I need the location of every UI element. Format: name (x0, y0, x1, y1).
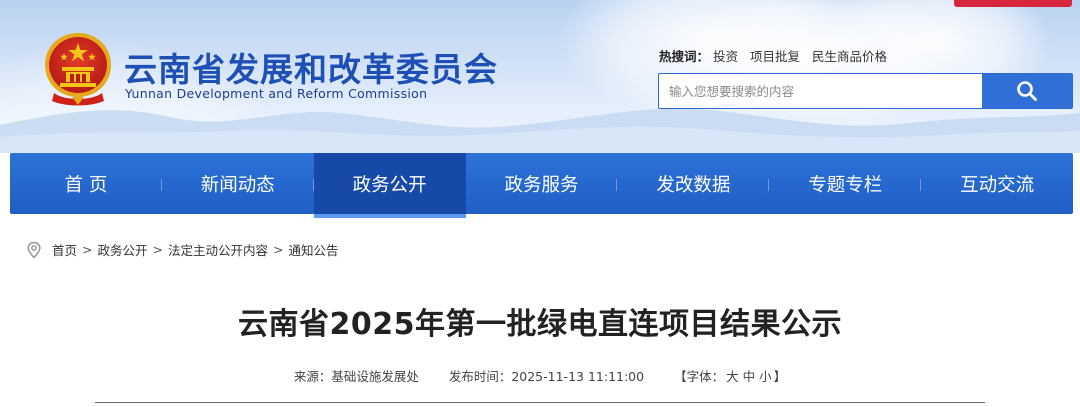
nav-item-label: 新闻动态 (200, 174, 275, 196)
article-divider (95, 402, 985, 403)
breadcrumb-notices[interactable]: 通知公告 (289, 240, 339, 259)
nav-item-data[interactable]: 发改数据 (617, 153, 770, 214)
hot-search-term-project-approval[interactable]: 项目批复 (750, 49, 800, 64)
site-header: 云南省发展和改革委员会 Yunnan Development and Refor… (0, 0, 1080, 153)
nav-item-government-affairs[interactable]: 政务公开 (313, 153, 466, 218)
breadcrumb-statutory-disclosure[interactable]: 法定主动公开内容 (168, 240, 268, 259)
font-size-open: 【字体： (674, 369, 725, 384)
nav-item-government-services[interactable]: 政务服务 (466, 153, 618, 214)
nav-item-label: 政务服务 (504, 174, 579, 196)
nav-item-label: 政务公开 (352, 174, 427, 196)
font-size-medium-button[interactable]: 中 (743, 366, 756, 385)
hot-search: 热搜词： 投资 项目批复 民生商品价格 (659, 46, 887, 65)
nav-item-interaction[interactable]: 互动交流 (921, 153, 1073, 214)
breadcrumb-home[interactable]: 首页 (52, 240, 77, 259)
search-icon (1017, 81, 1037, 101)
nav-item-label: 发改数据 (656, 174, 731, 196)
breadcrumb-government-affairs[interactable]: 政务公开 (98, 240, 148, 259)
breadcrumb-separator: > (152, 242, 163, 257)
search-input[interactable] (659, 74, 984, 108)
main-nav: 首 页 新闻动态 政务公开 政务服务 发改数据 专题专栏 互动交流 (10, 153, 1073, 218)
top-right-tab[interactable] (954, 0, 1072, 7)
hot-search-term-commodity-prices[interactable]: 民生商品价格 (812, 49, 887, 64)
hot-search-term-investment[interactable]: 投资 (713, 49, 738, 64)
font-size-large-button[interactable]: 大 (726, 366, 739, 385)
breadcrumb-separator: > (273, 242, 284, 257)
breadcrumb: 首页 > 政务公开 > 法定主动公开内容 > 通知公告 (26, 240, 339, 259)
article-title: 云南省2025年第一批绿电直连项目结果公示 (238, 307, 842, 342)
site-title[interactable]: 云南省发展和改革委员会 (124, 43, 498, 91)
nav-item-home[interactable]: 首 页 (10, 153, 162, 214)
nav-item-label: 互动交流 (960, 174, 1035, 196)
nav-item-special-topics[interactable]: 专题专栏 (769, 153, 922, 214)
national-emblem-icon (45, 33, 111, 106)
nav-item-label: 首 页 (64, 174, 108, 196)
article-meta: 来源：基础设施发展处 发布时间：2025-11-13 11:11:00 【字体：大中… (0, 366, 1080, 385)
search-button[interactable] (982, 74, 1072, 108)
breadcrumb-separator: > (82, 242, 93, 257)
font-size-close: 】 (773, 369, 787, 384)
location-pin-icon (27, 241, 41, 259)
article-source: 来源：基础设施发展处 (293, 369, 419, 384)
site-subtitle: Yunnan Development and Reform Commission (125, 86, 428, 101)
font-size-small-button[interactable]: 小 (759, 366, 772, 385)
article-publish-time: 发布时间：2025-11-13 11:11:00 (448, 369, 645, 384)
nav-item-news[interactable]: 新闻动态 (162, 153, 314, 214)
hot-search-label: 热搜词： (659, 49, 710, 64)
nav-item-label: 专题专栏 (808, 174, 883, 196)
search-box (658, 73, 1073, 109)
